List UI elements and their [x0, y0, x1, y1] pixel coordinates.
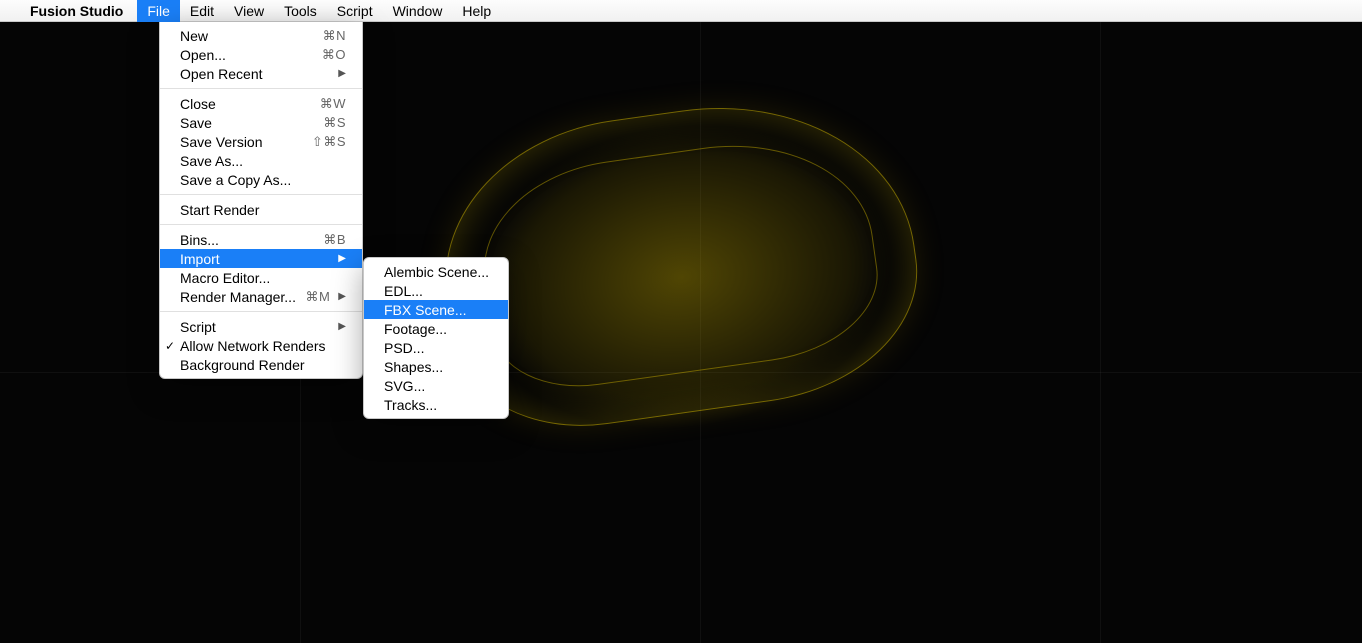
menu-item-label: Save As...	[180, 153, 346, 169]
import-fbx-scene[interactable]: FBX Scene...	[364, 300, 508, 319]
menu-view[interactable]: View	[224, 0, 274, 22]
menu-item-label: Macro Editor...	[180, 270, 346, 286]
import-submenu: Alembic Scene... EDL... FBX Scene... Foo…	[363, 257, 509, 419]
menu-item-label: Open Recent	[180, 66, 330, 82]
menu-separator	[160, 88, 362, 89]
menu-item-shortcut: ⌘W	[320, 96, 346, 112]
menu-item-label: Import	[180, 251, 330, 267]
menu-item-label: Save	[180, 115, 323, 131]
menu-item-label: FBX Scene...	[384, 302, 492, 318]
import-tracks[interactable]: Tracks...	[364, 395, 508, 414]
menu-edit[interactable]: Edit	[180, 0, 224, 22]
menu-item-label: Start Render	[180, 202, 346, 218]
menu-item-label: EDL...	[384, 283, 492, 299]
menu-file[interactable]: File	[137, 0, 180, 22]
menu-item-label: Shapes...	[384, 359, 492, 375]
import-shapes[interactable]: Shapes...	[364, 357, 508, 376]
submenu-arrow-icon: ▶	[338, 68, 346, 79]
menu-item-label: Save Version	[180, 134, 312, 150]
file-save-as[interactable]: Save As...	[160, 151, 362, 170]
file-macro-editor[interactable]: Macro Editor...	[160, 268, 362, 287]
menu-window[interactable]: Window	[383, 0, 453, 22]
import-alembic[interactable]: Alembic Scene...	[364, 262, 508, 281]
file-save-copy-as[interactable]: Save a Copy As...	[160, 170, 362, 189]
file-open[interactable]: Open... ⌘O	[160, 45, 362, 64]
menu-item-shortcut: ⌘N	[323, 28, 346, 44]
submenu-arrow-icon: ▶	[338, 253, 346, 264]
menu-item-label: Background Render	[180, 357, 346, 373]
submenu-arrow-icon: ▶	[338, 321, 346, 332]
menu-item-label: Render Manager...	[180, 289, 305, 305]
file-import[interactable]: Import ▶	[160, 249, 362, 268]
checkmark-icon: ✓	[165, 339, 175, 353]
menu-help[interactable]: Help	[452, 0, 501, 22]
file-allow-network-renders[interactable]: ✓ Allow Network Renders	[160, 336, 362, 355]
menu-item-shortcut: ⇧⌘S	[312, 134, 346, 150]
file-background-render[interactable]: Background Render	[160, 355, 362, 374]
menu-item-label: Allow Network Renders	[180, 338, 346, 354]
import-edl[interactable]: EDL...	[364, 281, 508, 300]
menu-item-label: Close	[180, 96, 320, 112]
file-save[interactable]: Save ⌘S	[160, 113, 362, 132]
import-psd[interactable]: PSD...	[364, 338, 508, 357]
import-svg[interactable]: SVG...	[364, 376, 508, 395]
menu-item-label: PSD...	[384, 340, 492, 356]
menu-item-shortcut: ⌘O	[322, 47, 346, 63]
menu-item-label: Footage...	[384, 321, 492, 337]
file-bins[interactable]: Bins... ⌘B	[160, 230, 362, 249]
import-footage[interactable]: Footage...	[364, 319, 508, 338]
file-close[interactable]: Close ⌘W	[160, 94, 362, 113]
menu-item-label: Save a Copy As...	[180, 172, 346, 188]
menu-item-label: Script	[180, 319, 330, 335]
menu-tools[interactable]: Tools	[274, 0, 327, 22]
menu-item-label: Tracks...	[384, 397, 492, 413]
menu-item-shortcut: ⌘S	[323, 115, 346, 131]
menu-bar: Fusion Studio File Edit View Tools Scrip…	[0, 0, 1362, 22]
menu-item-shortcut: ⌘B	[323, 232, 346, 248]
file-script[interactable]: Script ▶	[160, 317, 362, 336]
menu-separator	[160, 311, 362, 312]
menu-script[interactable]: Script	[327, 0, 383, 22]
file-render-manager[interactable]: Render Manager... ⌘M ▶	[160, 287, 362, 306]
file-open-recent[interactable]: Open Recent ▶	[160, 64, 362, 83]
file-dropdown: New ⌘N Open... ⌘O Open Recent ▶ Close ⌘W…	[159, 22, 363, 379]
file-save-version[interactable]: Save Version ⇧⌘S	[160, 132, 362, 151]
file-new[interactable]: New ⌘N	[160, 26, 362, 45]
menu-item-label: New	[180, 28, 323, 44]
file-start-render[interactable]: Start Render	[160, 200, 362, 219]
menu-item-shortcut: ⌘M	[305, 289, 330, 305]
menu-item-label: Alembic Scene...	[384, 264, 492, 280]
menu-item-label: Open...	[180, 47, 322, 63]
app-name[interactable]: Fusion Studio	[30, 3, 123, 19]
menu-separator	[160, 224, 362, 225]
menu-item-label: Bins...	[180, 232, 323, 248]
menu-separator	[160, 194, 362, 195]
submenu-arrow-icon: ▶	[338, 291, 346, 302]
menu-item-label: SVG...	[384, 378, 492, 394]
